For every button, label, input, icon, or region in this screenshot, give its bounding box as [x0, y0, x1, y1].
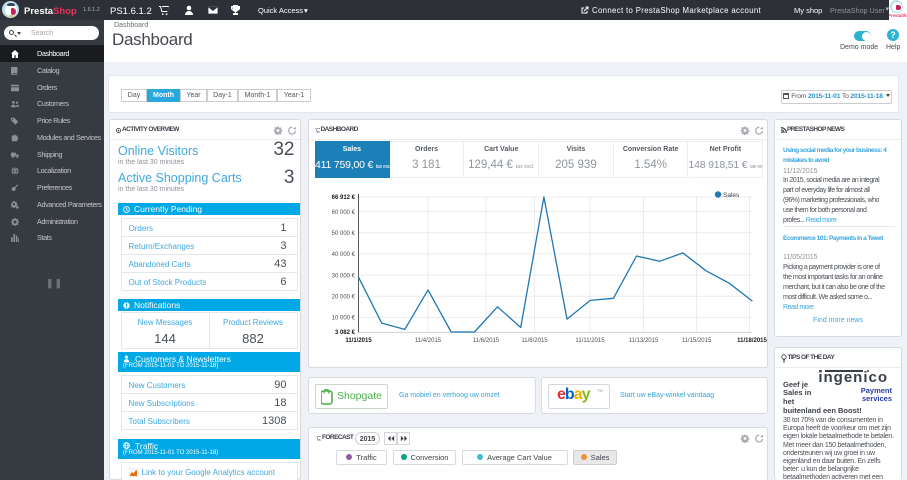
- svg-text:40 000 €: 40 000 €: [332, 252, 356, 258]
- svg-text:10 000 €: 10 000 €: [332, 316, 356, 322]
- svg-text:11/8/2015: 11/8/2015: [521, 338, 548, 344]
- svg-text:60 000 €: 60 000 €: [332, 210, 356, 216]
- svg-text:30 000 €: 30 000 €: [332, 273, 356, 279]
- svg-text:11/15/2015: 11/15/2015: [682, 338, 712, 344]
- svg-text:20 000 €: 20 000 €: [332, 294, 356, 300]
- svg-text:Sales: Sales: [723, 192, 740, 199]
- svg-text:11/4/2015: 11/4/2015: [415, 338, 442, 344]
- svg-text:11/18/2015: 11/18/2015: [737, 338, 767, 344]
- svg-text:11/13/2015: 11/13/2015: [629, 338, 659, 344]
- svg-text:11/1/2015: 11/1/2015: [345, 338, 372, 344]
- svg-text:11/11/2015: 11/11/2015: [575, 338, 605, 344]
- svg-text:11/6/2015: 11/6/2015: [473, 338, 500, 344]
- svg-text:66 912 €: 66 912 €: [332, 195, 356, 201]
- svg-text:3 082 €: 3 082 €: [335, 330, 356, 336]
- svg-text:50 000 €: 50 000 €: [332, 231, 356, 237]
